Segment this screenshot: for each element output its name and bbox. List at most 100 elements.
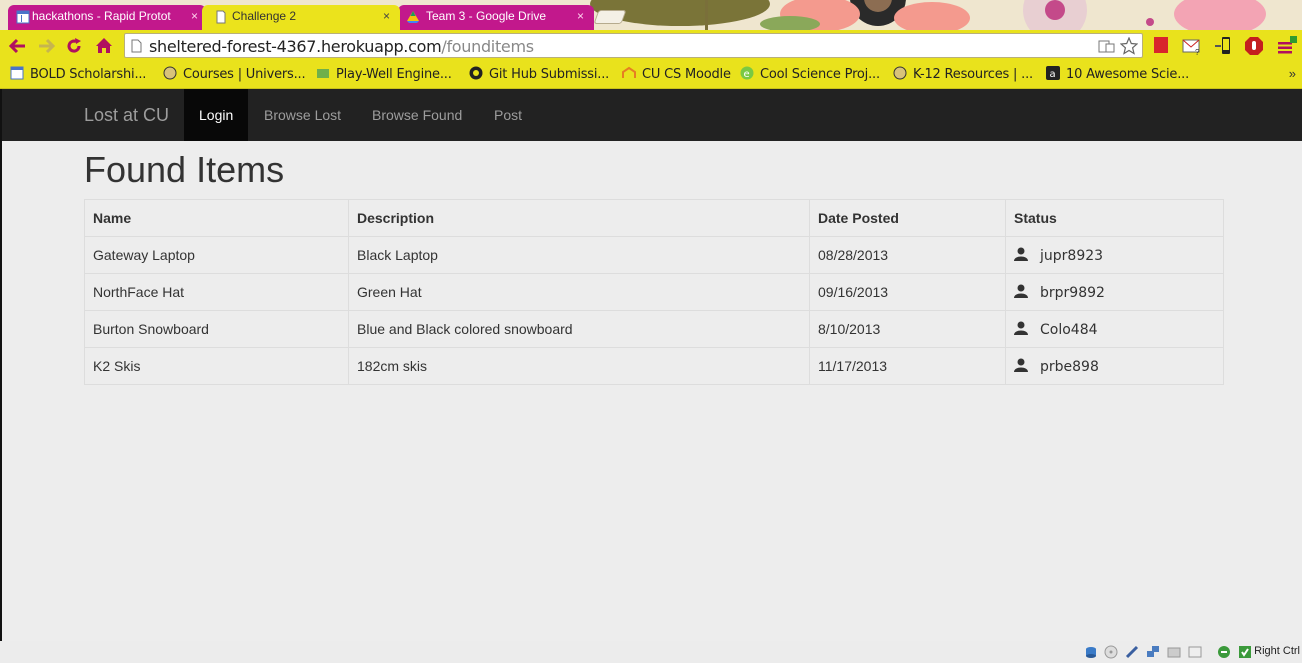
- tab-label: Challenge 2: [232, 9, 297, 23]
- moodle-icon: [622, 66, 636, 78]
- gmail-checker-icon[interactable]: ?: [1182, 36, 1204, 56]
- more-bookmarks-button[interactable]: »: [1289, 66, 1296, 81]
- browser-toolbar: sheltered-forest-4367.herokuapp.com/foun…: [0, 30, 1302, 61]
- item-date: 09/16/2013: [809, 273, 1006, 311]
- web-page: Lost at CU Login Browse Lost Browse Foun…: [0, 89, 1302, 641]
- bookmark-item[interactable]: Git Hub Submissi...: [469, 66, 609, 84]
- table-header-row: Name Description Date Posted Status: [84, 199, 1224, 237]
- drive-icon: [407, 11, 419, 23]
- reader-mode-icon[interactable]: [1098, 38, 1116, 54]
- calendar-icon: [10, 66, 24, 80]
- column-header-description: Description: [348, 199, 810, 237]
- cu-icon: [163, 66, 177, 80]
- amazon-icon: a: [1046, 66, 1060, 80]
- item-date: 11/17/2013: [809, 347, 1006, 385]
- column-header-date-posted: Date Posted: [809, 199, 1006, 237]
- column-header-status: Status: [1005, 199, 1224, 237]
- item-description: Blue and Black colored snowboard: [348, 310, 810, 348]
- item-name: Burton Snowboard: [84, 310, 349, 348]
- page-icon: [216, 10, 226, 24]
- tab-label: hackathons - Rapid Protot: [32, 9, 171, 23]
- svg-text:e: e: [744, 69, 750, 80]
- browser-tab-google-drive[interactable]: Team 3 - Google Drive ×: [398, 5, 594, 30]
- usb-icon[interactable]: [1125, 645, 1139, 659]
- nav-login[interactable]: Login: [184, 89, 249, 141]
- forward-icon[interactable]: [36, 36, 56, 56]
- user-icon: [1014, 284, 1028, 298]
- nav-post[interactable]: Post: [479, 89, 537, 141]
- host-key-label: Right Ctrl: [1254, 645, 1300, 657]
- user-icon: [1014, 321, 1028, 335]
- bookmark-item[interactable]: Play-Well Engine...: [316, 66, 452, 84]
- item-description: 182cm skis: [348, 347, 810, 385]
- disk-icon[interactable]: [1084, 645, 1098, 659]
- item-date: 8/10/2013: [809, 310, 1006, 348]
- nav-browse-found[interactable]: Browse Found: [357, 89, 477, 141]
- item-name: NorthFace Hat: [84, 273, 349, 311]
- back-icon[interactable]: [8, 36, 28, 56]
- bookmark-item[interactable]: BOLD Scholarshi...: [10, 66, 146, 84]
- new-tab-button[interactable]: [593, 10, 627, 24]
- site-navbar: Lost at CU Login Browse Lost Browse Foun…: [2, 89, 1302, 141]
- close-icon[interactable]: ×: [577, 5, 584, 28]
- shared-folder-icon[interactable]: [1167, 645, 1181, 659]
- item-date: 08/28/2013: [809, 236, 1006, 274]
- cd-icon[interactable]: [1104, 645, 1118, 659]
- adblock-icon[interactable]: [1244, 36, 1264, 56]
- url-text[interactable]: sheltered-forest-4367.herokuapp.com/foun…: [149, 37, 534, 56]
- page-icon: [131, 39, 142, 53]
- theme-background-art: [590, 0, 1266, 30]
- item-description: Green Hat: [348, 273, 810, 311]
- item-description: Black Laptop: [348, 236, 810, 274]
- home-icon[interactable]: [94, 36, 114, 56]
- table-row: Gateway Laptop Black Laptop 08/28/2013 j…: [84, 236, 1224, 274]
- e-icon: e: [740, 66, 754, 80]
- address-bar[interactable]: sheltered-forest-4367.herokuapp.com/foun…: [124, 33, 1143, 58]
- status-user: jupr8923: [1040, 247, 1104, 264]
- item-status: brpr9892: [1005, 273, 1224, 311]
- network-icon[interactable]: [1146, 645, 1160, 659]
- menu-icon[interactable]: [1276, 36, 1298, 56]
- tab-label: Team 3 - Google Drive: [426, 9, 547, 23]
- item-status: prbe898: [1005, 347, 1224, 385]
- display-icon[interactable]: [1188, 645, 1202, 659]
- user-icon: [1014, 358, 1028, 372]
- vm-status-bar: Right Ctrl: [0, 641, 1302, 663]
- cu-icon: [893, 66, 907, 80]
- found-items-table: Name Description Date Posted Status Gate…: [84, 199, 1224, 385]
- table-row: K2 Skis 182cm skis 11/17/2013 prbe898: [84, 347, 1224, 385]
- tab-strip: hackathons - Rapid Protot × Team 3 - Goo…: [0, 0, 1302, 30]
- browser-tab-challenge-2[interactable]: Challenge 2 ×: [202, 5, 400, 30]
- status-user: Colo484: [1040, 321, 1098, 338]
- bookmark-red-icon[interactable]: [1152, 36, 1170, 54]
- svg-text:?: ?: [1195, 48, 1200, 56]
- page-title: Found Items: [84, 149, 285, 190]
- bookmark-item[interactable]: Courses | Univers...: [163, 66, 306, 84]
- status-user: brpr9892: [1040, 284, 1105, 301]
- bookmark-item[interactable]: e Cool Science Proj...: [740, 66, 880, 84]
- table-row: NorthFace Hat Green Hat 09/16/2013 brpr9…: [84, 273, 1224, 311]
- table-row: Burton Snowboard Blue and Black colored …: [84, 310, 1224, 348]
- star-icon[interactable]: [1119, 36, 1139, 55]
- svg-text:a: a: [1050, 69, 1056, 80]
- nav-browse-lost[interactable]: Browse Lost: [249, 89, 356, 141]
- reload-icon[interactable]: [64, 36, 84, 56]
- item-status: Colo484: [1005, 310, 1224, 348]
- close-icon[interactable]: ×: [383, 5, 390, 28]
- bookmark-item[interactable]: CU CS Moodle: [622, 66, 731, 84]
- folder-icon: [317, 69, 329, 78]
- github-icon: [469, 66, 483, 80]
- close-icon[interactable]: ×: [191, 5, 198, 28]
- browser-tab-hackathons[interactable]: hackathons - Rapid Protot ×: [8, 5, 206, 30]
- bookmarks-bar: BOLD Scholarshi... Courses | Univers... …: [0, 61, 1302, 89]
- capture-icon[interactable]: [1217, 645, 1231, 659]
- item-name: Gateway Laptop: [84, 236, 349, 274]
- brand-link[interactable]: Lost at CU: [84, 105, 169, 126]
- phone-icon[interactable]: [1214, 36, 1234, 56]
- bookmark-item[interactable]: K-12 Resources | ...: [893, 66, 1033, 84]
- item-status: jupr8923: [1005, 236, 1224, 274]
- item-name: K2 Skis: [84, 347, 349, 385]
- user-icon: [1014, 247, 1028, 261]
- bookmark-item[interactable]: a 10 Awesome Scie...: [1046, 66, 1189, 84]
- keyboard-capture-icon[interactable]: [1238, 645, 1252, 659]
